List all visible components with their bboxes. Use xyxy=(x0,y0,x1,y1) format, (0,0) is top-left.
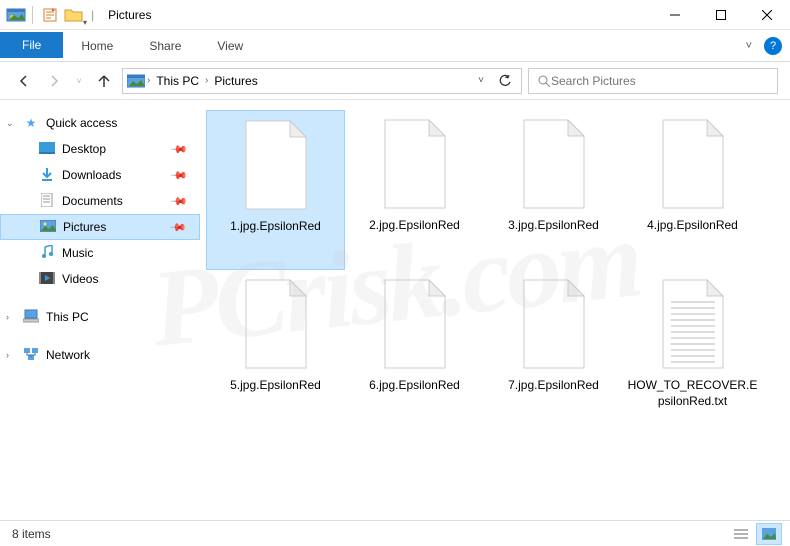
ribbon-tab-home[interactable]: Home xyxy=(63,30,131,61)
refresh-button[interactable] xyxy=(493,69,517,93)
sidebar-item-label: Quick access xyxy=(46,116,117,130)
sidebar-item-documents[interactable]: Documents 📌 xyxy=(0,188,200,214)
file-name: 2.jpg.EpsilonRed xyxy=(350,218,480,234)
videos-icon xyxy=(38,272,56,287)
sidebar-item-label: This PC xyxy=(46,310,89,324)
file-item[interactable]: 6.jpg.EpsilonRed xyxy=(345,270,484,430)
sidebar-item-label: Downloads xyxy=(62,168,121,182)
title-bar: ▾ | Pictures xyxy=(0,0,790,30)
file-icon xyxy=(236,117,316,213)
address-toolbar: ˅ › This PC › Pictures ˅ xyxy=(0,62,790,100)
file-item[interactable]: 3.jpg.EpsilonRed xyxy=(484,110,623,270)
sidebar-item-label: Videos xyxy=(62,272,98,286)
chevron-down-icon: ⌄ xyxy=(6,118,14,129)
downloads-icon xyxy=(38,167,56,184)
back-button[interactable] xyxy=(12,69,36,93)
status-bar: 8 items xyxy=(0,520,790,546)
sidebar-item-label: Music xyxy=(62,246,93,260)
sidebar-network[interactable]: › Network xyxy=(0,342,200,368)
thumbnails-view-button[interactable] xyxy=(756,523,782,545)
address-dropdown-icon[interactable]: ˅ xyxy=(469,69,493,93)
details-view-button[interactable] xyxy=(728,523,754,545)
breadcrumb-this-pc[interactable]: This PC xyxy=(152,74,203,88)
file-icon xyxy=(375,276,455,372)
file-icon xyxy=(514,116,594,212)
chevron-right-icon: › xyxy=(6,350,9,360)
search-input[interactable] xyxy=(551,74,769,88)
ribbon: File Home Share View ˅ ? xyxy=(0,30,790,62)
address-bar[interactable]: › This PC › Pictures ˅ xyxy=(122,68,522,94)
sidebar-item-downloads[interactable]: Downloads 📌 xyxy=(0,162,200,188)
sidebar-quick-access[interactable]: ⌄ ★ Quick access xyxy=(0,110,200,136)
forward-button[interactable] xyxy=(42,69,66,93)
help-icon[interactable]: ? xyxy=(764,37,782,55)
breadcrumb-chevron[interactable]: › xyxy=(203,75,210,86)
up-button[interactable] xyxy=(92,69,116,93)
file-item[interactable]: 7.jpg.EpsilonRed xyxy=(484,270,623,430)
recent-dropdown[interactable]: ˅ xyxy=(72,69,86,93)
qat-new-folder-button[interactable]: ▾ xyxy=(63,4,85,26)
navigation-pane: ⌄ ★ Quick access Desktop📌Downloads📌Docum… xyxy=(0,100,200,520)
sidebar-item-label: Documents xyxy=(62,194,123,208)
search-icon xyxy=(537,74,551,88)
file-item[interactable]: 4.jpg.EpsilonRed xyxy=(623,110,762,270)
file-icon xyxy=(236,276,316,372)
file-name: 4.jpg.EpsilonRed xyxy=(628,218,758,234)
file-name: HOW_TO_RECOVER.EpsilonRed.txt xyxy=(628,378,758,409)
network-icon xyxy=(22,347,40,364)
file-icon xyxy=(653,116,733,212)
file-icon xyxy=(514,276,594,372)
qat-properties-button[interactable] xyxy=(39,4,61,26)
sidebar-item-label: Desktop xyxy=(62,142,106,156)
location-icon xyxy=(127,74,145,88)
ribbon-tab-share[interactable]: Share xyxy=(131,30,199,61)
file-name: 7.jpg.EpsilonRed xyxy=(489,378,619,394)
pin-icon: 📌 xyxy=(170,166,189,185)
close-button[interactable] xyxy=(744,0,790,30)
sidebar-this-pc[interactable]: › This PC xyxy=(0,304,200,330)
file-item[interactable]: 5.jpg.EpsilonRed xyxy=(206,270,345,430)
item-count: 8 items xyxy=(12,527,51,541)
file-icon xyxy=(653,276,733,372)
star-icon: ★ xyxy=(22,116,40,130)
chevron-right-icon: › xyxy=(6,312,9,322)
file-list[interactable]: 1.jpg.EpsilonRed 2.jpg.EpsilonRed 3.jpg.Ep… xyxy=(200,100,790,520)
sidebar-item-pictures[interactable]: Pictures 📌 xyxy=(0,214,200,240)
file-item[interactable]: HOW_TO_RECOVER.EpsilonRed.txt xyxy=(623,270,762,430)
maximize-button[interactable] xyxy=(698,0,744,30)
minimize-button[interactable] xyxy=(652,0,698,30)
pin-icon: 📌 xyxy=(170,192,189,211)
file-name: 1.jpg.EpsilonRed xyxy=(211,219,341,235)
pin-icon: 📌 xyxy=(169,218,188,237)
ribbon-file-tab[interactable]: File xyxy=(0,32,63,58)
search-box[interactable] xyxy=(528,68,778,94)
file-name: 3.jpg.EpsilonRed xyxy=(489,218,619,234)
title-separator: | xyxy=(91,8,94,22)
file-name: 5.jpg.EpsilonRed xyxy=(211,378,341,394)
file-item[interactable]: 1.jpg.EpsilonRed xyxy=(206,110,345,270)
sidebar-item-music[interactable]: Music xyxy=(0,240,200,266)
breadcrumb-pictures[interactable]: Pictures xyxy=(210,74,261,88)
sidebar-item-desktop[interactable]: Desktop 📌 xyxy=(0,136,200,162)
file-name: 6.jpg.EpsilonRed xyxy=(350,378,480,394)
file-icon xyxy=(375,116,455,212)
sidebar-item-videos[interactable]: Videos xyxy=(0,266,200,292)
ribbon-tab-view[interactable]: View xyxy=(199,30,261,61)
sidebar-item-label: Pictures xyxy=(63,220,106,234)
pictures-icon xyxy=(39,220,57,235)
window-title: Pictures xyxy=(108,8,151,22)
desktop-icon xyxy=(38,142,56,157)
pin-icon: 📌 xyxy=(170,140,189,159)
breadcrumb-chevron[interactable]: › xyxy=(145,75,152,86)
file-item[interactable]: 2.jpg.EpsilonRed xyxy=(345,110,484,270)
sidebar-item-label: Network xyxy=(46,348,90,362)
documents-icon xyxy=(38,193,56,210)
computer-icon xyxy=(22,309,40,326)
music-icon xyxy=(38,245,56,262)
ribbon-collapse-icon[interactable]: ˅ xyxy=(746,40,752,52)
app-icon xyxy=(6,7,26,23)
